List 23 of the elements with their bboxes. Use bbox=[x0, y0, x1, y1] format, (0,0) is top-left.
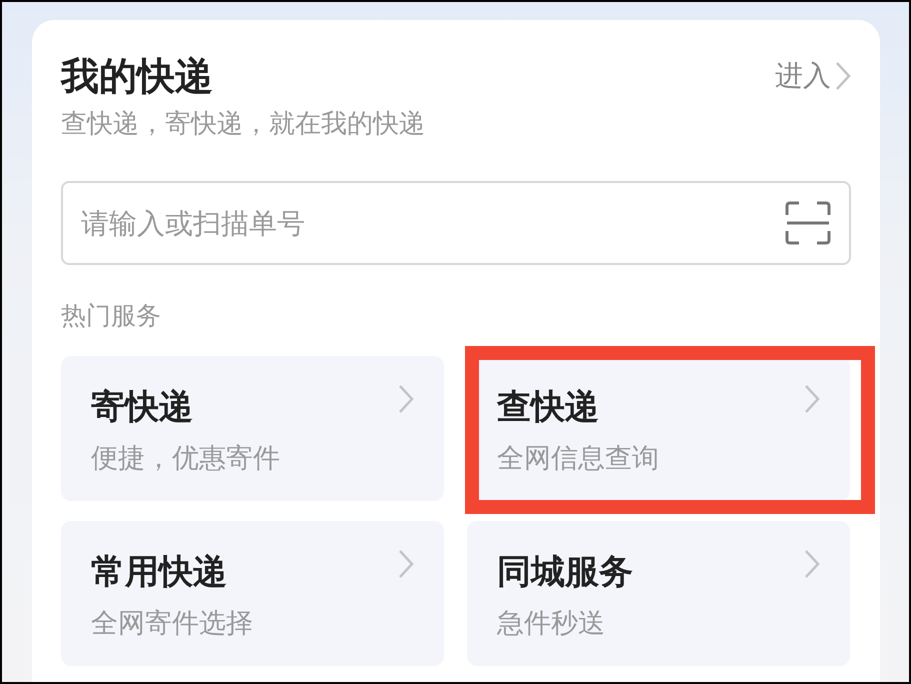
card-title: 我的快递 bbox=[61, 53, 213, 100]
chevron-right-icon bbox=[804, 384, 820, 414]
scan-icon[interactable] bbox=[785, 201, 831, 245]
service-subtitle: 急件秒送 bbox=[497, 607, 606, 641]
section-heading: 热门服务 bbox=[61, 300, 162, 332]
service-tile[interactable]: 常用快递 全网寄件选择 bbox=[61, 521, 444, 666]
chevron-right-icon bbox=[804, 549, 820, 579]
service-title: 寄快递 bbox=[91, 386, 194, 429]
chevron-right-icon bbox=[398, 549, 414, 579]
card-subtitle: 查快递，寄快递，就在我的快递 bbox=[61, 108, 426, 141]
service-title: 常用快递 bbox=[91, 551, 228, 594]
service-subtitle: 便捷，优惠寄件 bbox=[91, 442, 280, 476]
service-title: 同城服务 bbox=[497, 551, 633, 594]
enter-link[interactable]: 进入 bbox=[775, 57, 851, 95]
service-tile[interactable]: 同城服务 急件秒送 bbox=[467, 521, 850, 666]
chevron-right-icon bbox=[835, 61, 851, 91]
service-subtitle: 全网寄件选择 bbox=[91, 607, 253, 641]
chevron-right-icon bbox=[398, 384, 414, 414]
service-title: 查快递 bbox=[497, 386, 600, 429]
tracking-number-field[interactable]: 请输入或扫描单号 bbox=[81, 183, 785, 263]
search-box[interactable]: 请输入或扫描单号 bbox=[61, 181, 851, 265]
service-tile[interactable]: 寄快递 便捷，优惠寄件 bbox=[61, 356, 444, 501]
service-subtitle: 全网信息查询 bbox=[497, 442, 659, 476]
